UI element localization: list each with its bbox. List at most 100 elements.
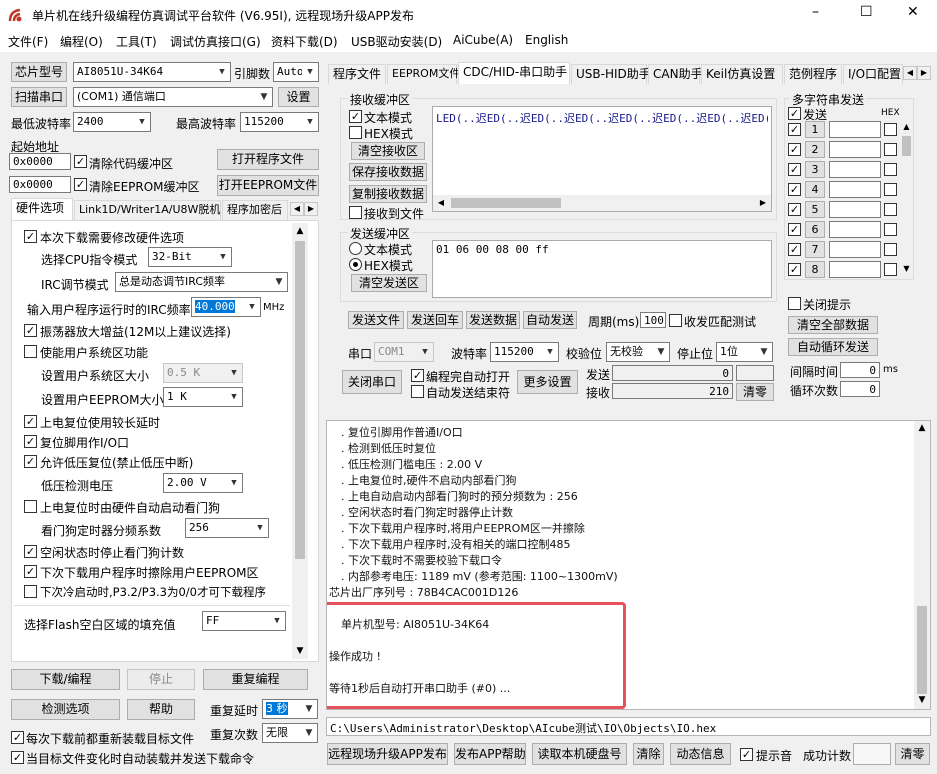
rx-clear-button[interactable]: 清空接收区 <box>351 142 425 160</box>
close-button[interactable]: ✕ <box>907 4 919 20</box>
tab-keil-sim[interactable]: Keil仿真设置 <box>701 64 783 84</box>
interval-input[interactable]: 0 <box>840 362 880 378</box>
check-options-button[interactable]: 检测选项 <box>11 699 120 720</box>
scroll-thumb[interactable] <box>451 198 561 208</box>
code-start-address-input[interactable]: 0x0000 <box>9 153 71 170</box>
multi-row-checkbox[interactable]: ✓ <box>788 183 801 196</box>
multi-row-send-button[interactable]: 7 <box>805 241 825 258</box>
menu-program[interactable]: 编程(O) <box>60 33 103 50</box>
send-file-button[interactable]: 发送文件 <box>348 311 404 329</box>
tab-examples[interactable]: 范例程序 <box>784 64 842 84</box>
irc-freq-input[interactable]: 40.000 ▼ <box>191 297 261 317</box>
loop-count-input[interactable]: 0 <box>840 381 880 397</box>
close-port-button[interactable]: 关闭串口 <box>342 370 402 394</box>
osc-gain-checkbox[interactable]: ✓ <box>24 324 37 337</box>
power-delay-checkbox[interactable]: ✓ <box>24 415 37 428</box>
multi-row-checkbox[interactable]: ✓ <box>788 123 801 136</box>
rx-textarea[interactable]: LED(..迟ED(..迟ED(..迟ED(..迟ED(..迟ED(..迟ED(… <box>432 106 772 212</box>
sys-area-size-select[interactable]: 0.5 K ▼ <box>163 363 243 383</box>
publish-help-button[interactable]: 发布APP帮助 <box>454 743 526 765</box>
tx-text-mode-radio[interactable] <box>349 242 362 255</box>
send-enter-button[interactable]: 发送回车 <box>407 311 463 329</box>
tx-clear-button[interactable]: 清空发送区 <box>351 274 427 292</box>
repeat-count-select[interactable]: 无限 ▼ <box>262 723 318 743</box>
multi-row-checkbox[interactable]: ✓ <box>788 203 801 216</box>
publish-app-button[interactable]: 远程现场升级APP发布 <box>327 743 448 765</box>
irc-mode-select[interactable]: 总是动态调节IRC频率 ▼ <box>115 272 288 292</box>
menu-aicube[interactable]: AiCube(A) <box>453 33 513 47</box>
reset-count-button[interactable]: 清零 <box>895 743 930 765</box>
cold-boot-checkbox[interactable] <box>24 585 37 598</box>
tab-scroll-left-icon[interactable]: ◀ <box>290 202 304 216</box>
open-program-file-button[interactable]: 打开程序文件 <box>217 149 319 170</box>
scan-port-button[interactable]: 扫描串口 <box>11 87 67 107</box>
scroll-down-icon[interactable]: ▼ <box>292 643 308 659</box>
tab-can[interactable]: CAN助手 <box>648 64 703 84</box>
clear-all-button[interactable]: 清空全部数据 <box>788 316 878 334</box>
multi-row-input[interactable] <box>829 241 881 258</box>
read-disk-button[interactable]: 读取本机硬盘号 <box>532 743 627 765</box>
match-test-checkbox[interactable] <box>669 314 682 327</box>
auto-loop-button[interactable]: 自动循环发送 <box>788 338 878 356</box>
baud-select[interactable]: 115200 ▼ <box>490 342 559 362</box>
settings-button[interactable]: 设置 <box>278 87 319 107</box>
rx-hex-mode-checkbox[interactable] <box>349 126 362 139</box>
log-output[interactable]: . 复位引脚用作普通I/O口 . 检测到低压时复位 . 低压检测门槛电压 : 2.0… <box>326 420 931 710</box>
chip-model-select[interactable]: AI8051U-34K64 ▼ <box>73 62 231 82</box>
wdt-div-select[interactable]: 256 ▼ <box>185 518 269 538</box>
multi-row-input[interactable] <box>829 201 881 218</box>
repeat-program-button[interactable]: 重复编程 <box>203 669 308 690</box>
tab-scroll-right-icon[interactable]: ▶ <box>304 202 318 216</box>
stop-bits-select[interactable]: 1位 ▼ <box>716 342 773 362</box>
multi-row-input[interactable] <box>829 261 881 278</box>
multi-row-send-button[interactable]: 2 <box>805 141 825 158</box>
multi-row-hex-checkbox[interactable] <box>884 243 897 256</box>
modify-hw-checkbox[interactable]: ✓ <box>24 230 37 243</box>
multi-row-checkbox[interactable]: ✓ <box>788 243 801 256</box>
multi-scrollbar[interactable]: ▲ ▼ <box>900 120 913 278</box>
multi-row-input[interactable] <box>829 161 881 178</box>
rx-copy-button[interactable]: 复制接收数据 <box>349 185 427 203</box>
auto-send-button[interactable]: 自动发送 <box>523 311 577 329</box>
multi-row-hex-checkbox[interactable] <box>884 163 897 176</box>
tab-eeprom-file[interactable]: EEPROM文件 <box>387 64 460 84</box>
multi-send-all-checkbox[interactable]: ✓ <box>788 107 801 120</box>
scroll-left-icon[interactable]: ◀ <box>433 195 449 211</box>
multi-row-send-button[interactable]: 1 <box>805 121 825 138</box>
tab-io-config[interactable]: I/O口配置 <box>843 64 903 84</box>
auto-send-checkbox[interactable]: ✓ <box>11 751 24 764</box>
pin-count-select[interactable]: Auto ▼ <box>273 62 319 82</box>
scroll-up-icon[interactable]: ▲ <box>914 423 930 437</box>
menu-debug-interface[interactable]: 调试仿真接口(G) <box>170 33 261 50</box>
clear-log-button[interactable]: 清除 <box>633 743 664 765</box>
multi-row-hex-checkbox[interactable] <box>884 223 897 236</box>
multi-row-hex-checkbox[interactable] <box>884 183 897 196</box>
multi-row-input[interactable] <box>829 121 881 138</box>
options-scrollbar[interactable]: ▲ ▼ <box>292 223 308 659</box>
menu-usb-driver[interactable]: USB驱动安装(D) <box>351 33 442 50</box>
multi-row-send-button[interactable]: 3 <box>805 161 825 178</box>
flash-fill-select[interactable]: FF ▼ <box>202 611 286 631</box>
max-baud-select[interactable]: 115200 ▼ <box>240 112 319 132</box>
minimize-button[interactable]: – <box>812 4 819 20</box>
clear-eeprom-checkbox[interactable]: ✓ <box>74 178 87 191</box>
rx-save-button[interactable]: 保存接收数据 <box>349 163 427 181</box>
reset-io-checkbox[interactable]: ✓ <box>24 435 37 448</box>
eeprom-start-address-input[interactable]: 0x0000 <box>9 176 71 193</box>
eeprom-size-select[interactable]: 1 K ▼ <box>163 387 243 407</box>
repeat-delay-select[interactable]: 3 秒 ▼ <box>262 699 318 719</box>
chip-model-button[interactable]: 芯片型号 <box>11 62 67 82</box>
tab-scroll-right-icon[interactable]: ▶ <box>917 66 931 80</box>
multi-row-hex-checkbox[interactable] <box>884 143 897 156</box>
multi-row-send-button[interactable]: 4 <box>805 181 825 198</box>
scroll-down-icon[interactable]: ▼ <box>901 264 912 276</box>
parity-select[interactable]: 无校验 ▼ <box>606 342 670 362</box>
tx-textarea[interactable]: 01 06 00 08 00 ff <box>432 240 772 298</box>
scroll-thumb[interactable] <box>295 241 305 559</box>
menu-tools[interactable]: 工具(T) <box>116 33 157 50</box>
multi-row-input[interactable] <box>829 221 881 238</box>
multi-row-checkbox[interactable]: ✓ <box>788 143 801 156</box>
menu-download[interactable]: 资料下载(D) <box>271 33 338 50</box>
menu-english[interactable]: English <box>525 33 568 47</box>
erase-eeprom-checkbox[interactable]: ✓ <box>24 565 37 578</box>
